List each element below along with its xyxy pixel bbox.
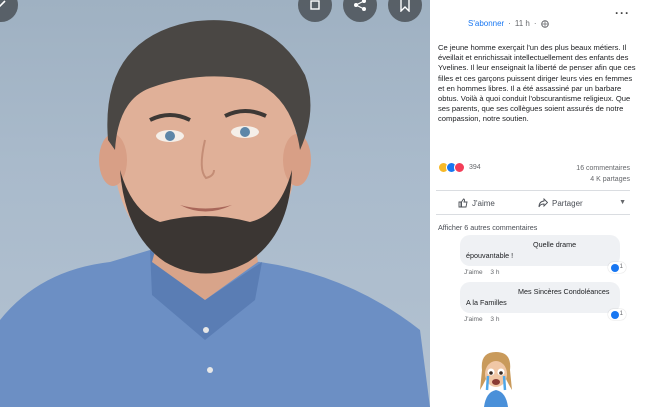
globe-icon xyxy=(540,19,549,28)
share-arrow-icon xyxy=(538,198,548,208)
chevron-down-icon[interactable]: ▼ xyxy=(619,199,626,206)
comment-like-badge[interactable]: 1 xyxy=(607,262,626,273)
share-label: Partager xyxy=(552,198,583,208)
separator-dot: · xyxy=(533,19,537,28)
like-reaction-icon xyxy=(610,310,619,319)
divider xyxy=(436,190,630,191)
post-stats: 16 commentaires 4 K partages xyxy=(576,163,630,185)
like-icon xyxy=(458,198,468,208)
more-comments-link[interactable]: Afficher 6 autres commentaires xyxy=(438,223,537,232)
comment-text: A la Familles xyxy=(466,298,507,307)
follow-link[interactable]: S'abonner xyxy=(468,19,504,28)
shares-count[interactable]: 4 K partages xyxy=(576,174,630,185)
comment-like-count: 1 xyxy=(619,311,623,317)
comment-like-link[interactable]: J'aime xyxy=(464,316,483,323)
comment-like-badge[interactable]: 1 xyxy=(607,309,626,320)
comment-bubble: Quelle drame épouvantable ! 1 xyxy=(460,235,626,273)
comment: Mes Sincères Condoléances A la Familles … xyxy=(460,282,626,323)
comment-time[interactable]: 3 h xyxy=(490,269,499,276)
comment-like-link[interactable]: J'aime xyxy=(464,269,483,276)
portrait-image xyxy=(0,20,430,407)
comment-actions: J'aime 3 h xyxy=(460,269,620,276)
love-reaction-icon xyxy=(454,162,465,173)
post-time[interactable]: 11 h xyxy=(515,19,530,28)
like-reaction-icon xyxy=(610,263,619,272)
more-icon[interactable]: ··· xyxy=(615,6,630,20)
comments-count[interactable]: 16 commentaires xyxy=(576,163,630,174)
comment-text: épouvantable ! xyxy=(466,251,514,260)
reaction-summary[interactable]: 394 xyxy=(438,162,481,173)
comment-actions: J'aime 3 h xyxy=(460,316,620,323)
comment-text: Mes Sincères Condoléances xyxy=(518,287,610,296)
crying-sticker-icon xyxy=(480,352,512,407)
divider xyxy=(436,214,630,215)
comment-like-count: 1 xyxy=(619,264,623,270)
separator-dot: · xyxy=(508,19,511,28)
post-side-panel: S'abonner · 11 h · ··· Ce jeune homme ex… xyxy=(430,0,660,407)
like-button[interactable]: J'aime xyxy=(458,198,495,208)
share-button[interactable]: Partager xyxy=(538,198,583,208)
like-label: J'aime xyxy=(472,198,495,208)
post-text: Ce jeune homme exerçait l'un des plus be… xyxy=(438,43,636,124)
comment-bubble: Mes Sincères Condoléances A la Familles … xyxy=(460,282,626,320)
comment-text: Quelle drame xyxy=(533,240,577,249)
comment: Quelle drame épouvantable ! 1 J'aime 3 h xyxy=(460,235,626,276)
reaction-count: 394 xyxy=(469,164,481,171)
post-header: S'abonner · 11 h · xyxy=(468,19,549,28)
post-photo[interactable] xyxy=(0,0,430,407)
comment-time[interactable]: 3 h xyxy=(490,316,499,323)
